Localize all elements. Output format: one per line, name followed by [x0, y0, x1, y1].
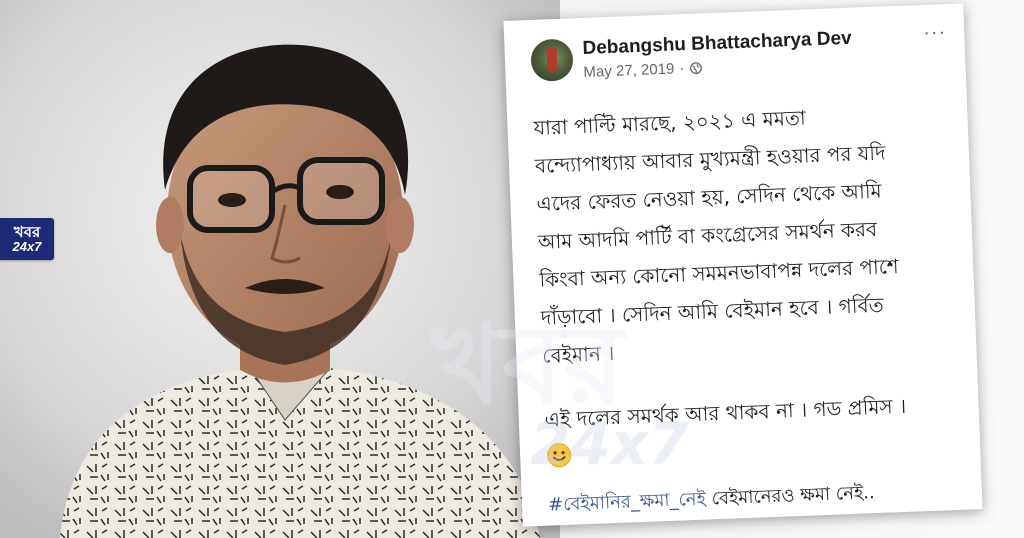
hashtag-link[interactable]: #বেইমানির_ক্ষমা_নেই	[548, 489, 707, 516]
smile-emoji-icon	[547, 443, 572, 468]
post-date[interactable]: May 27, 2019	[583, 60, 674, 80]
more-options-icon[interactable]: ···	[923, 21, 947, 44]
author-block: Debangshu Bhattacharya Dev May 27, 2019 …	[582, 25, 924, 81]
globe-icon	[689, 62, 702, 75]
hashtag-line: #বেইমানির_ক্ষমা_নেই বেইমানেরও ক্ষমা নেই.…	[547, 471, 964, 525]
profile-photo	[0, 0, 560, 538]
author-avatar[interactable]	[530, 38, 574, 82]
brand-logo: খবর 24x7	[0, 218, 54, 260]
brand-logo-line1: খবর	[13, 223, 41, 241]
post-body: যারা পাল্টি মারছে, ২০২১ এ মমতা বন্দ্যোপা…	[533, 93, 965, 525]
facebook-post-card: Debangshu Bhattacharya Dev May 27, 2019 …	[503, 3, 983, 527]
post-header: Debangshu Bhattacharya Dev May 27, 2019 …	[530, 21, 947, 83]
hashtag-tail-text: বেইমানেরও ক্ষমা নেই..	[705, 482, 876, 510]
brand-logo-line2: 24x7	[12, 239, 42, 254]
meta-separator: ·	[679, 60, 685, 78]
